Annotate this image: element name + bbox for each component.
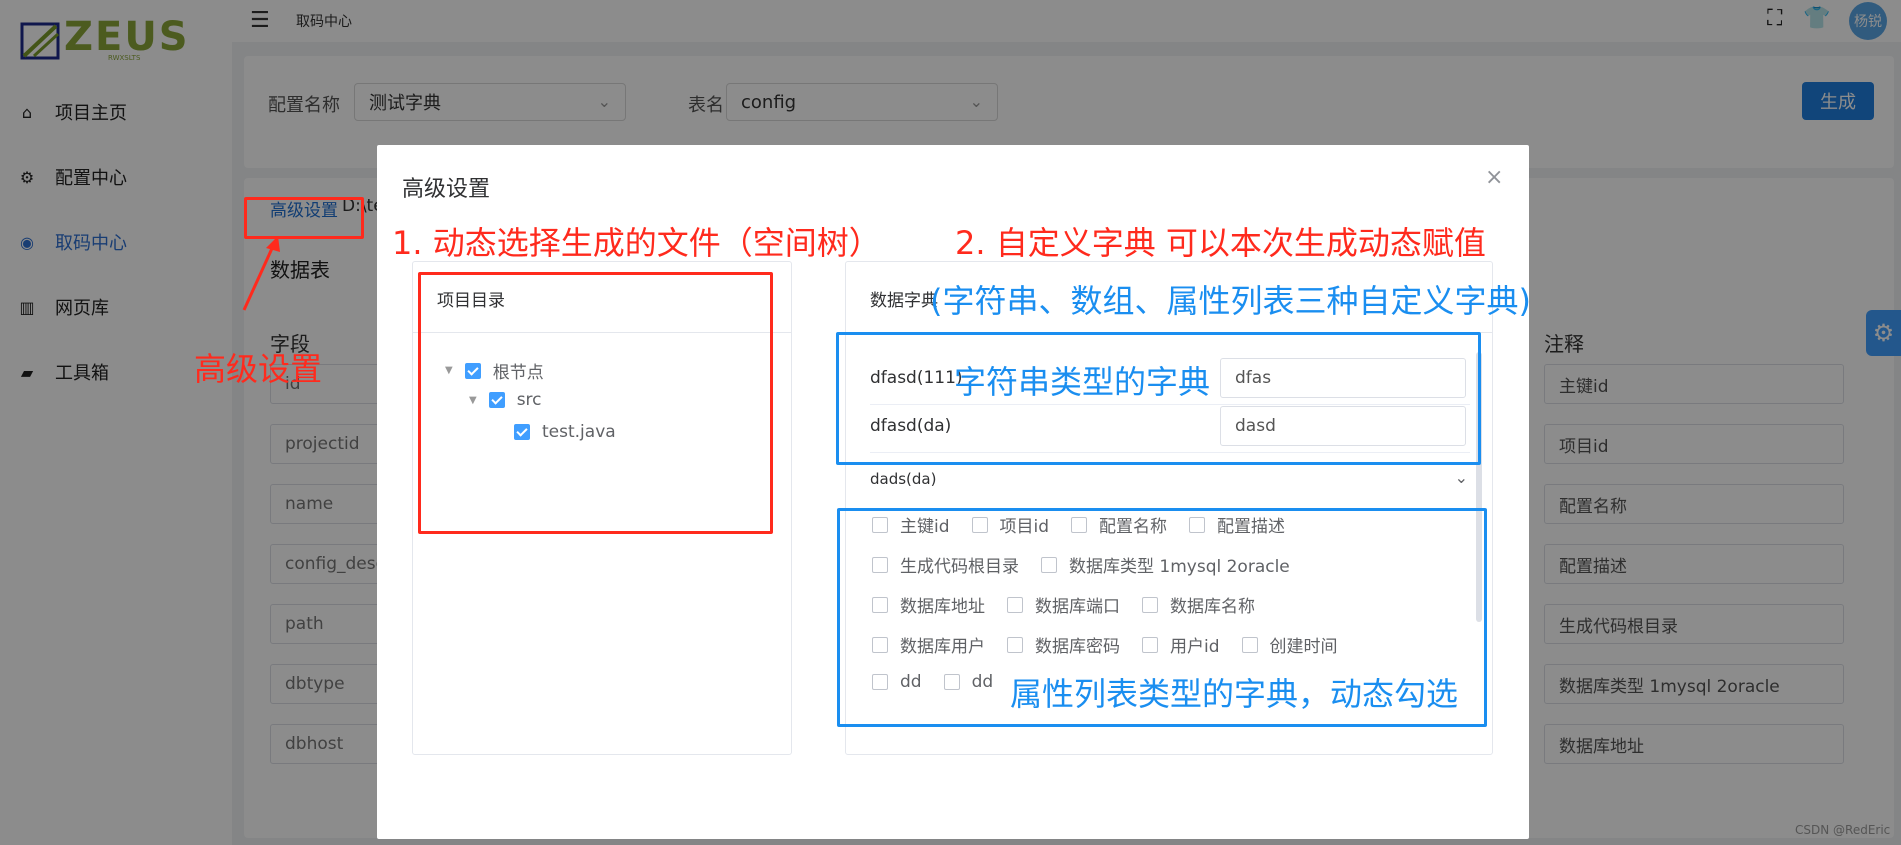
collapse-header[interactable]: dads(da) ⌄	[870, 468, 1470, 494]
annotation-arrow	[242, 236, 280, 311]
annotation-tree: 1. 动态选择生成的文件（空间树）	[392, 224, 881, 262]
close-icon[interactable]: ×	[1485, 165, 1503, 190]
annotation-attr-dict: 属性列表类型的字典，动态勾选	[1010, 675, 1459, 713]
data-dictionary-title: 数据字典	[870, 291, 938, 311]
annotation-box-red	[418, 272, 773, 534]
collapse-label: dads(da)	[870, 470, 937, 488]
annotation-advanced: 高级设置	[194, 350, 323, 388]
annotation-dict-types: (字符串、数组、属性列表三种自定义字典)	[930, 282, 1531, 320]
annotation-string-dict: 字符串类型的字典	[954, 363, 1211, 401]
chevron-down-icon[interactable]: ⌄	[1455, 468, 1468, 487]
dialog-title: 高级设置	[402, 177, 491, 202]
annotation-box-red	[244, 197, 364, 239]
annotation-custom-dict: 2. 自定义字典 可以本次生成动态赋值	[955, 224, 1486, 262]
watermark: CSDN @RedEric	[1795, 823, 1891, 837]
